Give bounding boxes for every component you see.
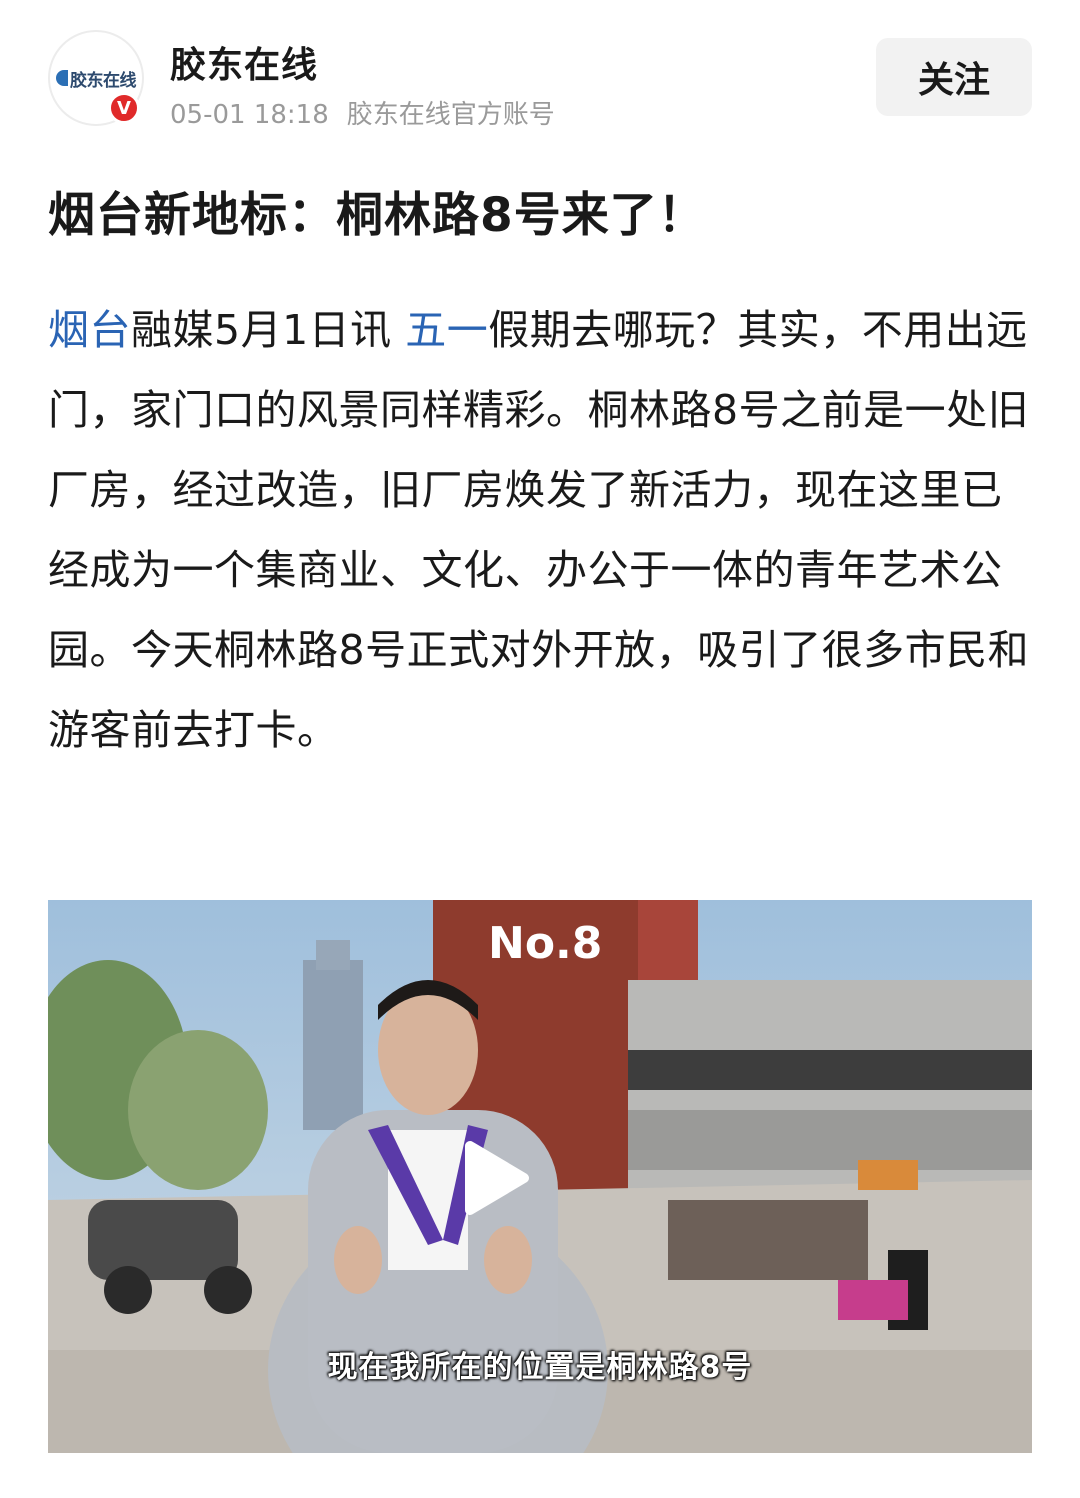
building-sign: No.8 xyxy=(488,918,602,969)
account-description: 胶东在线官方账号 xyxy=(346,100,555,130)
post-date: 05-01 18:18 xyxy=(170,100,329,130)
body-text-1: 融媒5月1日讯 xyxy=(131,306,406,354)
avatar-logo: 胶东在线 xyxy=(56,66,137,91)
verified-badge-icon: V xyxy=(108,92,140,124)
tag-link-wuyi[interactable]: 五一 xyxy=(405,306,488,354)
article-title: 烟台新地标：桐林路8号来了！ xyxy=(48,188,706,243)
post-meta: 05-01 18:18 胶东在线官方账号 xyxy=(170,94,555,131)
account-name[interactable]: 胶东在线 xyxy=(170,36,318,88)
body-text-2: 假期去哪玩？其实，不用出远门，家门口的风景同样精彩。桐林路8号之前是一处旧厂房，… xyxy=(48,306,1030,754)
avatar-logo-text: 胶东在线 xyxy=(70,70,137,91)
post-header: 胶东在线 V 胶东在线 05-01 18:18 胶东在线官方账号 关注 xyxy=(0,0,1080,150)
video-subtitle: 现在我所在的位置是桐林路8号 xyxy=(327,1350,753,1385)
article-body: 烟台融媒5月1日讯 五一假期去哪玩？其实，不用出远门，家门口的风景同样精彩。桐林… xyxy=(48,290,1038,770)
play-icon[interactable] xyxy=(442,1128,542,1228)
follow-button[interactable]: 关注 xyxy=(876,38,1032,116)
logo-mark-icon xyxy=(56,70,68,86)
tag-link-yantai[interactable]: 烟台 xyxy=(48,306,131,354)
